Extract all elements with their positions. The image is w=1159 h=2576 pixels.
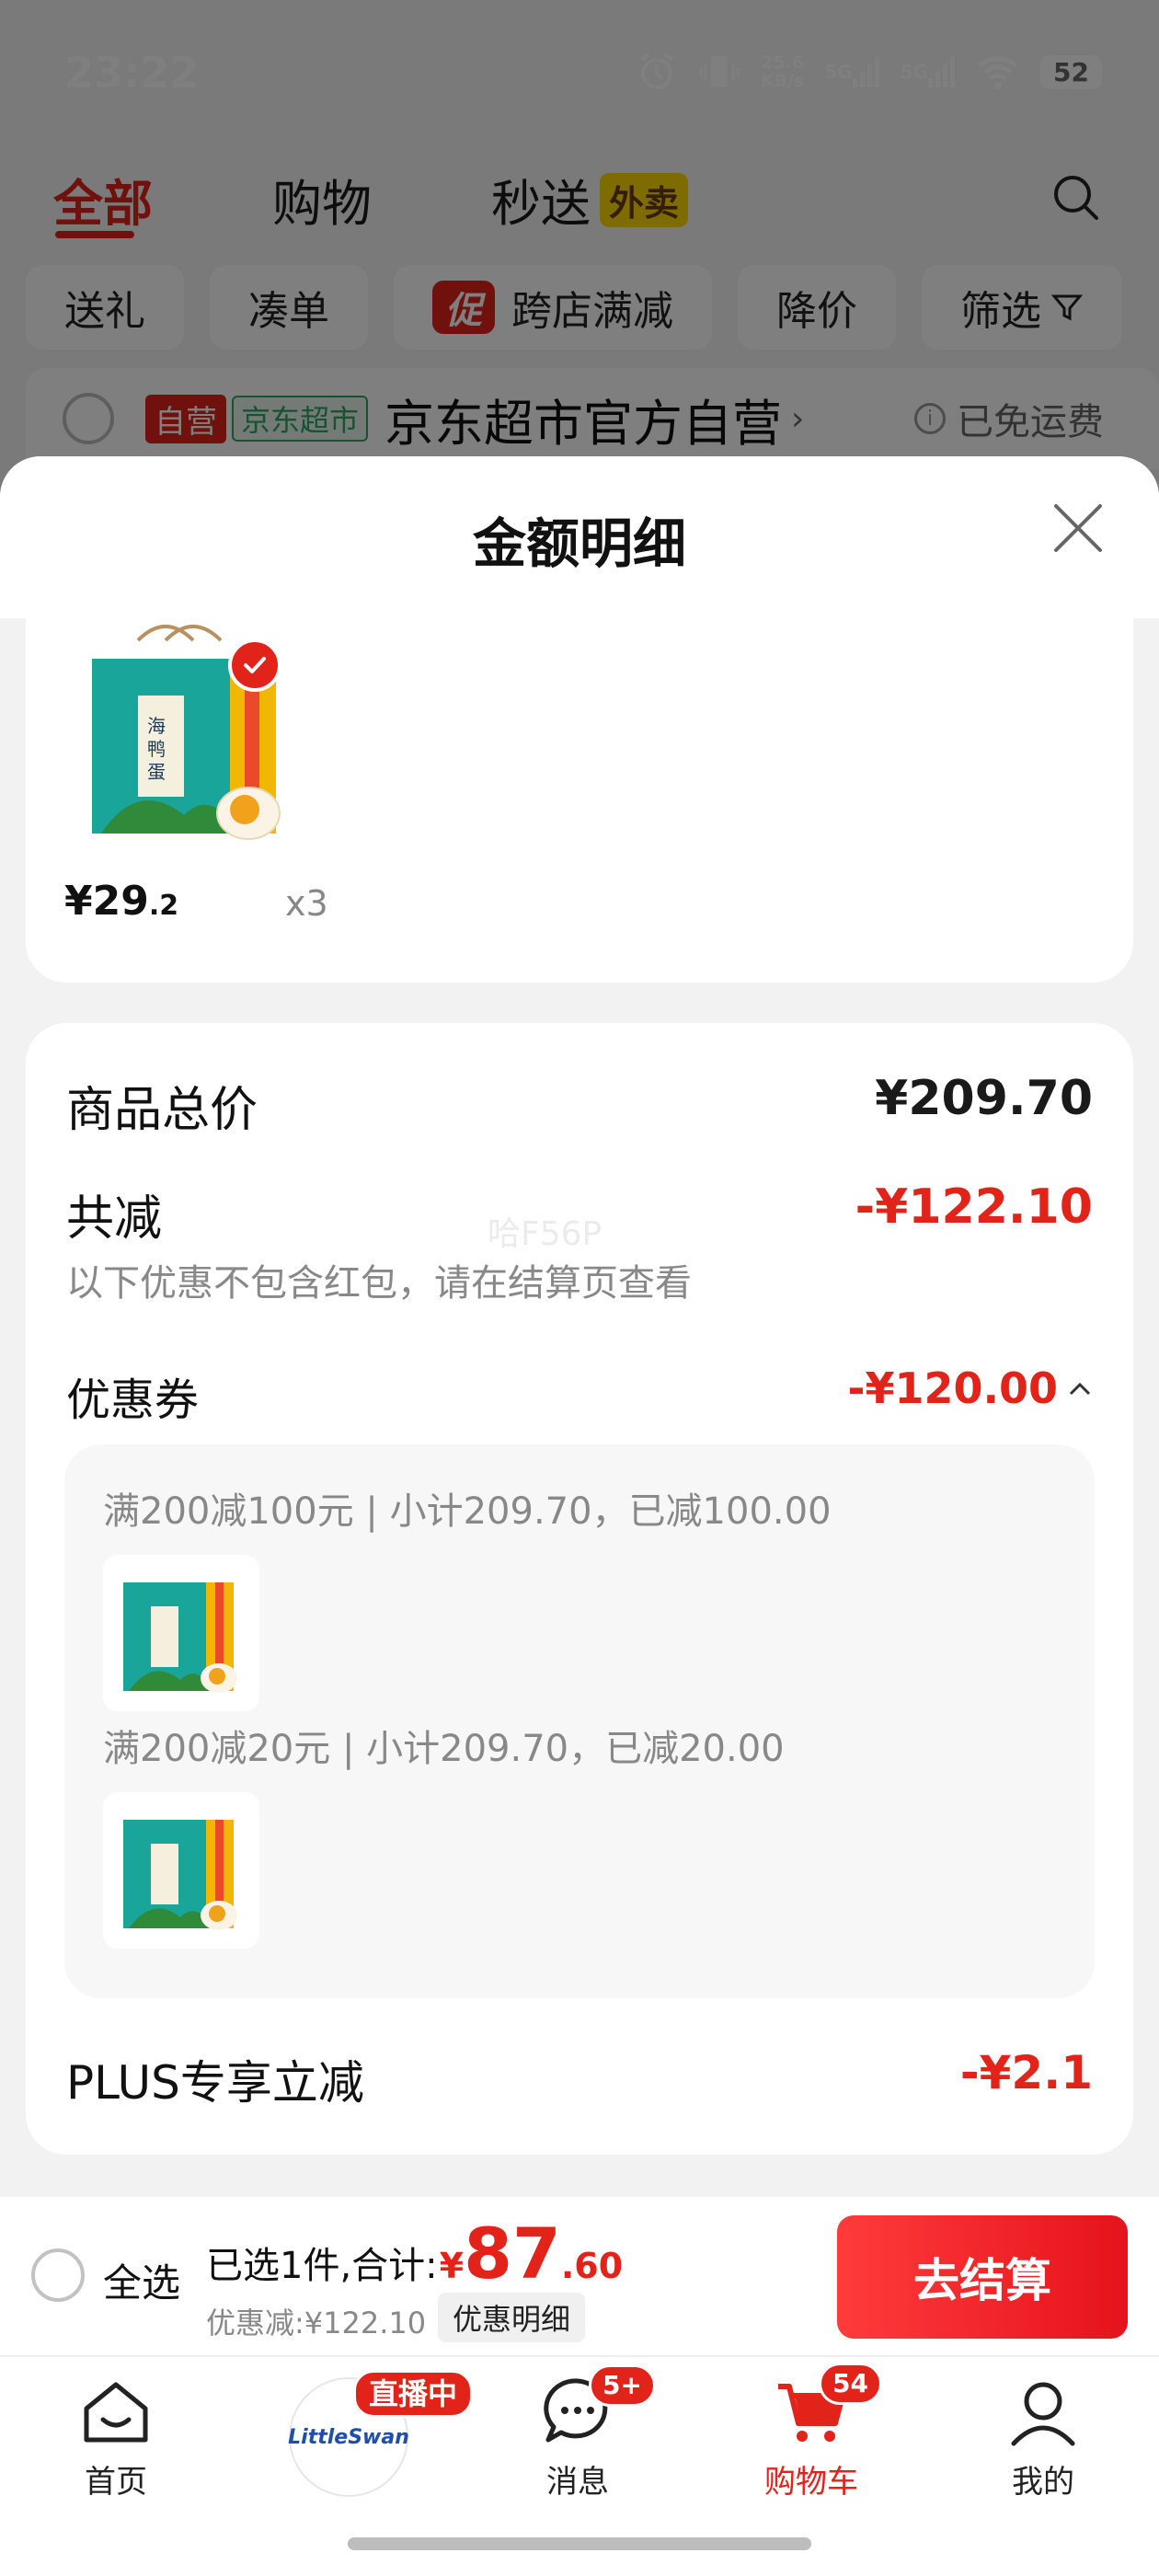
littleswan-logo: LittleSwan [288, 2425, 409, 2449]
select-all-radio[interactable] [31, 2248, 85, 2302]
chevron-up-icon [1069, 1382, 1091, 1396]
selected-count-text: 已选1件,合计: [206, 2245, 438, 2287]
sheet-title: 金额明细 [472, 512, 686, 575]
total-amount-dec: .60 [560, 2246, 624, 2286]
user-icon [1004, 2374, 1082, 2451]
watermark: 哈F56P [488, 1215, 602, 1253]
home-icon [77, 2374, 155, 2451]
reduce-value: -¥122.10 [855, 1179, 1093, 1235]
checkout-button[interactable]: 去结算 [837, 2215, 1128, 2339]
tab-mine-label: 我的 [1012, 2464, 1074, 2501]
coupon-label: 优惠券 [66, 1374, 200, 1426]
plus-discount-label: PLUS专享立减 [66, 2056, 364, 2110]
cart-icon: 54 [773, 2363, 882, 2451]
tab-home-label: 首页 [85, 2464, 147, 2501]
svg-text:蛋: 蛋 [147, 761, 166, 783]
checkmark-icon[interactable] [228, 638, 281, 692]
svg-text:海: 海 [147, 715, 166, 737]
plus-discount-value: -¥2.1 [959, 2046, 1093, 2099]
product-price: ¥29.2 [64, 878, 178, 925]
coupon-item-text: 满200减20元 | 小计209.70，已减20.00 [103, 1728, 785, 1770]
cart-badge: 54 [819, 2363, 882, 2405]
tab-cart-label: 购物车 [764, 2464, 858, 2501]
reduce-label: 共减 [66, 1191, 163, 1247]
messages-badge: 5+ [589, 2364, 656, 2407]
discount-text: 优惠减:¥122.10 [206, 2306, 427, 2340]
product-price-int: ¥29 [64, 878, 149, 925]
live-badge: 直播中 [353, 2370, 474, 2418]
tab-messages[interactable]: 5+ 消息 [495, 2364, 660, 2501]
discount-detail-button[interactable]: 优惠明细 [438, 2293, 586, 2342]
coupon-item-text: 满200减100元 | 小计209.70，已减100.00 [103, 1490, 832, 1533]
product-card: 海 鸭 蛋 ¥29.2 x3 [26, 618, 1133, 983]
product-price-dec: .2 [148, 890, 179, 922]
reduce-note: 以下优惠不包含红包，请在结算页查看 [66, 1262, 692, 1305]
total-currency: ¥ [439, 2246, 465, 2286]
total-label: 商品总价 [66, 1083, 258, 1138]
close-icon[interactable] [1049, 499, 1107, 558]
product-quantity: x3 [285, 883, 328, 924]
coupon-product-thumbnail [103, 1792, 259, 1949]
tab-mine[interactable]: 我的 [960, 2374, 1126, 2501]
checkout-bar: 全选 已选1件,合计: ¥ 87 .60 优惠减:¥122.10 优惠明细 去结… [0, 2197, 1159, 2355]
tab-cart[interactable]: 54 购物车 [729, 2363, 894, 2501]
coupon-list: 满200减100元 | 小计209.70，已减100.00 满200减20元 |… [64, 1444, 1095, 1998]
tab-messages-label: 消息 [546, 2464, 609, 2501]
coupon-value: -¥120.00 [847, 1363, 1058, 1413]
select-all-label[interactable]: 全选 [103, 2252, 180, 2308]
tab-home[interactable]: 首页 [33, 2374, 199, 2501]
home-indicator[interactable] [348, 2537, 811, 2550]
total-summary: 已选1件,合计: ¥ 87 .60 [206, 2219, 623, 2289]
message-icon: 5+ [539, 2364, 656, 2451]
sheet-header: 金额明细 [0, 456, 1159, 618]
total-amount-int: 87 [464, 2213, 561, 2294]
total-value: ¥209.70 [875, 1071, 1093, 1126]
price-summary-card: 商品总价 ¥209.70 共减 -¥122.10 哈F56P 以下优惠不包含红包… [26, 1023, 1133, 2155]
coupon-toggle[interactable]: -¥120.00 [847, 1363, 1093, 1413]
svg-text:鸭: 鸭 [147, 738, 166, 760]
coupon-product-thumbnail [103, 1555, 259, 1711]
